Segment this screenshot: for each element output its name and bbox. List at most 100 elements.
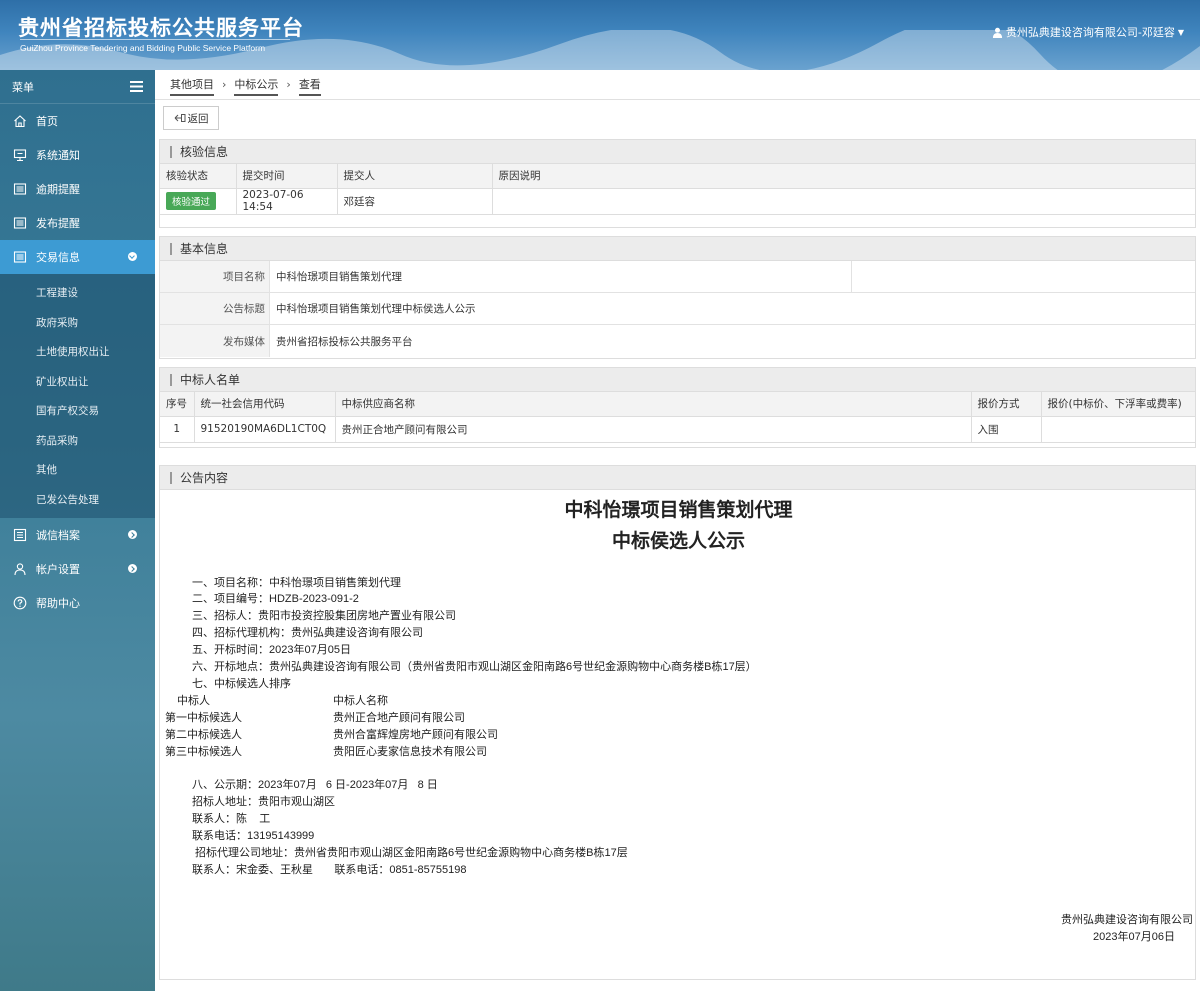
info-label: 项目名称 [160,261,270,292]
submenu-item-state-assets[interactable]: 国有产权交易 [0,396,155,426]
table-row: 1 91520190MA6DL1CT0Q 贵州正合地产顾问有限公司 入围 [160,416,1195,443]
user-icon [12,561,28,577]
announcement-panel: 公告内容 中科怡璟项目销售策划代理 中标侯选人公示 一、项目名称：中科怡璟项目销… [159,465,1196,980]
info-row: 发布媒体 贵州省招标投标公共服务平台 [160,325,1195,357]
sidebar-item-label: 诚信档案 [36,529,80,542]
submenu-item-gov-procurement[interactable]: 政府采购 [0,308,155,338]
rank-label: 第一中标候选人 [165,712,242,724]
time-cell: 2023-07-06 14:54 [236,188,338,215]
sidebar-item-label: 逾期提醒 [36,183,80,196]
sidebar-item-account[interactable]: 帐户设置 [0,552,155,586]
table-row: 核验通过 2023-07-06 14:54 邓廷容 [160,188,1195,215]
submenu-item-medicine[interactable]: 药品采购 [0,426,155,456]
rank-name: 贵州合富辉煌房地产顾问有限公司 [333,729,498,741]
submenu-item-other[interactable]: 其他 [0,455,155,485]
breadcrumb-item[interactable]: 中标公示 [234,74,279,96]
breadcrumb: 其他项目 › 中标公示 › 查看 [155,70,1200,100]
hamburger-icon[interactable] [130,81,143,92]
sidebar-item-trade-info[interactable]: 交易信息 [0,240,155,274]
announcement-line: 联系人：宋金委、王秋星 联系电话：0851-85755198 [192,864,467,876]
rank-name: 贵阳匠心麦家信息技术有限公司 [333,746,487,758]
user-icon [992,27,1002,38]
column-header: 核验状态 [160,164,237,189]
info-value: 中科怡璟项目销售策划代理中标侯选人公示 [276,303,476,315]
rank-label: 第三中标候选人 [165,746,242,758]
chevron-right-icon: › [286,78,291,91]
column-header: 提交人 [337,164,493,189]
announcement-line: 招标人地址：贵阳市观山湖区 [192,796,335,808]
user-name: 贵州弘典建设咨询有限公司-邓廷容 [1005,26,1175,39]
chevron-down-icon [128,252,137,261]
winners-table: 序号 统一社会信用代码 中标供应商名称 报价方式 报价(中标价、下浮率或费率) … [160,392,1195,443]
supplier-name: 贵州正合地产顾问有限公司 [335,416,972,443]
menu-label: 菜单 [12,80,34,94]
panel-title: 核验信息 [160,140,1195,164]
main-content: 其他项目 › 中标公示 › 查看 返回 核验信息 核验状态 提交时间 提交人 原… [155,70,1200,991]
verify-table: 核验状态 提交时间 提交人 原因说明 核验通过 2023-07-06 14:54… [160,164,1195,215]
status-badge: 核验通过 [166,192,217,210]
panel-title: 公告内容 [160,466,1195,490]
sidebar-item-credit[interactable]: 诚信档案 [0,518,155,552]
panel-title: 基本信息 [160,237,1195,261]
column-header: 中标供应商名称 [335,392,972,417]
column-header: 提交时间 [236,164,338,189]
sidebar-item-help[interactable]: 帮助中心 [0,586,155,620]
verify-panel: 核验信息 核验状态 提交时间 提交人 原因说明 核验通过 2023-07-06 … [159,139,1196,228]
menu-header: 菜单 [0,70,155,104]
back-button[interactable]: 返回 [163,106,219,130]
rank-label: 第二中标候选人 [165,729,242,741]
sidebar-item-label: 帐户设置 [36,563,80,576]
rank-name: 贵州正合地产顾问有限公司 [333,712,465,724]
winners-panel: 中标人名单 序号 统一社会信用代码 中标供应商名称 报价方式 报价(中标价、下浮… [159,367,1196,448]
info-row: 项目名称 中科怡璟项目销售策划代理 [160,261,1195,293]
status-cell: 核验通过 [160,188,237,215]
breadcrumb-item[interactable]: 其他项目 [170,74,214,96]
rank-header: 中标人名称 [333,695,388,707]
quote-method: 入围 [971,416,1042,443]
chevron-right-icon [128,564,137,573]
column-header: 报价(中标价、下浮率或费率) [1041,392,1195,417]
reason-cell [492,188,1195,215]
sidebar: 菜单 首页 系统通知 逾期提醒 发布提醒 交易信息 工程建设 政府采购 土地使用… [0,70,155,991]
sidebar-item-notice[interactable]: 系统通知 [0,138,155,172]
monitor-icon [12,147,28,163]
submenu-item-mining[interactable]: 矿业权出让 [0,367,155,397]
column-header: 序号 [160,392,195,417]
rank-header: 中标人 [177,695,210,707]
site-title: 贵州省招标投标公共服务平台 [18,16,304,40]
submitter-cell: 邓廷容 [337,188,493,215]
submenu: 工程建设 政府采购 土地使用权出让 矿业权出让 国有产权交易 药品采购 其他 已… [0,274,155,518]
column-header: 报价方式 [971,392,1042,417]
list-icon [12,249,28,265]
archive-icon [12,527,28,543]
row-number: 1 [160,416,195,443]
announcement-line: 二、项目编号：HDZB-2023-091-2 [192,593,359,605]
back-icon [174,114,185,122]
breadcrumb-item-current: 查看 [298,74,321,96]
announcement-line: 六、开标地点：贵州弘典建设咨询有限公司（贵州省贵阳市观山湖区金阳南路6号世纪金源… [192,661,757,673]
user-menu[interactable]: 贵州弘典建设咨询有限公司-邓廷容 ▼ [992,24,1184,40]
sign-company: 贵州弘典建设咨询有限公司 [1061,914,1193,926]
column-header: 原因说明 [492,164,1195,189]
caret-down-icon: ▼ [1177,27,1184,37]
top-header: 贵州省招标投标公共服务平台 GuiZhou Province Tendering… [0,0,1200,70]
info-label: 发布媒体 [160,325,270,357]
help-icon [12,595,28,611]
announcement-line: 三、招标人：贵阳市投资控股集团房地产置业有限公司 [192,610,456,622]
chevron-right-icon: › [222,78,227,91]
submenu-item-engineering[interactable]: 工程建设 [0,278,155,308]
sidebar-item-publish[interactable]: 发布提醒 [0,206,155,240]
announcement-line: 一、项目名称：中科怡璟项目销售策划代理 [192,577,401,589]
announcement-subheading: 中标侯选人公示 [611,530,745,552]
sidebar-item-overdue[interactable]: 逾期提醒 [0,172,155,206]
announcement-line: 联系电话：13195143999 [192,830,315,842]
submenu-item-land[interactable]: 土地使用权出让 [0,337,155,367]
quote-price [1041,416,1195,443]
submenu-item-published[interactable]: 已发公告处理 [0,485,155,515]
list-icon [12,181,28,197]
sidebar-item-label: 帮助中心 [36,597,80,610]
home-icon [12,113,28,129]
sidebar-item-home[interactable]: 首页 [0,104,155,138]
announcement-line: 五、开标时间：2023年07月05日 [192,644,351,656]
sidebar-item-label: 首页 [36,115,58,128]
